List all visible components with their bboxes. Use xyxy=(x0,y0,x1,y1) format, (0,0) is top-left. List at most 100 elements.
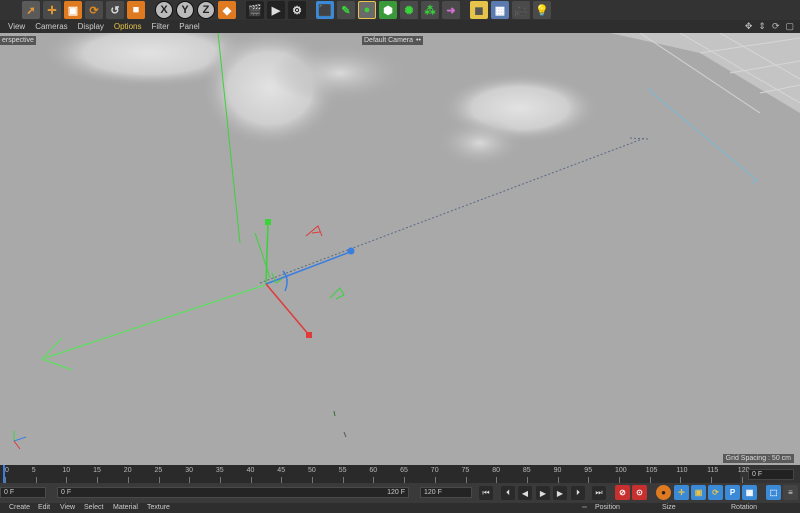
z-axis-lock-button[interactable]: Z xyxy=(197,1,215,19)
x-axis-lock-button[interactable]: X xyxy=(155,1,173,19)
viewport-menubar: View Cameras Display Options Filter Pane… xyxy=(0,20,800,33)
coordinate-system-icon[interactable]: ◆ xyxy=(218,1,236,19)
transport-bar: 0 F 0 F 120 F 120 F ⏮ ⏴ ◀ ▶ ▶ ⏵ ⏭ ⊘ ⊙ ● … xyxy=(0,483,800,503)
start-frame-field[interactable]: 0 F xyxy=(0,487,46,498)
viewport-scene xyxy=(0,33,800,465)
menu-edit[interactable]: Edit xyxy=(38,504,50,511)
keyframe-selection-icon[interactable]: ● xyxy=(656,485,671,500)
menu-filter[interactable]: Filter xyxy=(151,22,169,31)
record-keys-icon[interactable]: ⊘ xyxy=(615,485,630,500)
timeline-menu-icon[interactable]: ≡ xyxy=(783,485,798,500)
prev-frame-icon[interactable]: ◀ xyxy=(518,486,532,500)
live-selection-icon[interactable]: ➚ xyxy=(22,1,40,19)
zoom-icon[interactable]: ⇕ xyxy=(758,21,766,32)
viewport-label: erspective xyxy=(0,36,36,45)
recent-tool-icon[interactable]: ↺ xyxy=(106,1,124,19)
environment-icon[interactable]: ◼ xyxy=(470,1,488,19)
object-tool-icon[interactable]: ■ xyxy=(127,1,145,19)
play-icon[interactable]: ▶ xyxy=(536,486,550,500)
timeline-tick-label: 10 xyxy=(62,467,71,474)
interpolation-icon[interactable]: ⬚ xyxy=(766,485,781,500)
prev-key-icon[interactable]: ⏴ xyxy=(501,486,515,500)
pen-spline-icon[interactable]: ✎ xyxy=(337,1,355,19)
key-position-icon[interactable]: ✛ xyxy=(674,485,689,500)
deformer-icon[interactable]: ✺ xyxy=(400,1,418,19)
move-icon[interactable]: ✛ xyxy=(43,1,61,19)
camera-icon[interactable]: 🎥 xyxy=(512,1,530,19)
menu-view-bottom[interactable]: View xyxy=(60,504,75,511)
timeline-tick-label: 0 xyxy=(5,467,9,474)
panel-grip-icon[interactable]: ═ xyxy=(582,504,587,511)
next-key-icon[interactable]: ⏵ xyxy=(571,486,585,500)
main-toolbar: ➚ ✛ ▣ ⟳ ↺ ■ X Y Z ◆ 🎬 ▶ ⚙ ⬛ ✎ ● ⬢ ✺ ⁂ ➜ … xyxy=(0,0,800,20)
timeline-ruler[interactable]: 0 5 10 15 20 25 30 35 40 45 50 55 60 65 70 75 80 85 90 95 10… xyxy=(0,465,749,483)
menu-options[interactable]: Options xyxy=(114,22,142,31)
size-header: Size xyxy=(662,504,676,511)
scale-icon[interactable]: ▣ xyxy=(64,1,82,19)
timeline-tick-label: 15 xyxy=(93,467,101,474)
timeline-tick-label: 95 xyxy=(584,467,593,474)
current-frame-field[interactable]: 0 F xyxy=(748,469,794,480)
goto-end-icon[interactable]: ⏭ xyxy=(592,486,606,500)
timeline-tick-label: 85 xyxy=(522,467,531,474)
perspective-viewport[interactable]: erspective Default Camera •• Grid Spacin… xyxy=(0,33,800,465)
timeline-tick-label: 90 xyxy=(553,467,562,474)
terrain-hill xyxy=(435,118,525,168)
menu-panel[interactable]: Panel xyxy=(179,22,199,31)
camera-name: Default Camera xyxy=(364,37,414,44)
timeline-tick-label: 30 xyxy=(185,467,193,474)
key-rotation-icon[interactable]: ⟳ xyxy=(708,485,723,500)
menu-cameras[interactable]: Cameras xyxy=(35,22,67,31)
pan-icon[interactable]: ✥ xyxy=(745,21,753,32)
end-frame-field[interactable]: 120 F xyxy=(420,487,472,498)
preview-end-value: 120 F xyxy=(387,489,405,496)
field-icon[interactable]: ➜ xyxy=(442,1,460,19)
timeline-tick-label: 5 xyxy=(31,467,36,474)
cube-icon[interactable]: ⬛ xyxy=(316,1,334,19)
viewport-nav-icons: ✥ ⇕ ⟳ ▢ xyxy=(745,20,794,33)
next-frame-icon[interactable]: ▶ xyxy=(553,486,567,500)
light-icon[interactable]: 💡 xyxy=(533,1,551,19)
y-axis-lock-button[interactable]: Y xyxy=(176,1,194,19)
ground-plane xyxy=(0,33,800,465)
render-settings-icon[interactable]: ⚙ xyxy=(288,1,306,19)
timeline-tick-label: 40 xyxy=(246,467,255,474)
subdivision-icon[interactable]: ● xyxy=(358,1,376,19)
gizmo-x-knob[interactable] xyxy=(306,332,312,338)
menu-display[interactable]: Display xyxy=(78,22,104,31)
key-scale-icon[interactable]: ▣ xyxy=(691,485,706,500)
render-picture-viewer-icon[interactable]: ▶ xyxy=(267,1,285,19)
menu-create[interactable]: Create xyxy=(9,504,30,511)
rotate-icon[interactable]: ⟳ xyxy=(85,1,103,19)
goto-start-icon[interactable]: ⏮ xyxy=(479,486,493,500)
orbit-icon[interactable]: ⟳ xyxy=(772,21,780,32)
key-pla-icon[interactable]: ▦ xyxy=(742,485,757,500)
timeline-tick-label: 35 xyxy=(215,467,224,474)
floor-icon[interactable]: ▦ xyxy=(491,1,509,19)
menu-select[interactable]: Select xyxy=(84,504,103,511)
mograph-icon[interactable]: ⁂ xyxy=(421,1,439,19)
render-view-icon[interactable]: 🎬 xyxy=(246,1,264,19)
menu-texture[interactable]: Texture xyxy=(147,504,170,511)
timeline-tick-label: 20 xyxy=(123,467,132,474)
timeline-tick-label: 55 xyxy=(338,467,347,474)
menu-view[interactable]: View xyxy=(8,22,25,31)
timeline-tick-label: 70 xyxy=(430,467,439,474)
maximize-view-icon[interactable]: ▢ xyxy=(785,21,794,32)
gizmo-y-knob[interactable] xyxy=(265,219,271,225)
rotation-header: Rotation xyxy=(731,504,758,511)
menu-material[interactable]: Material xyxy=(113,504,138,511)
timeline-tick-label: 110 xyxy=(676,467,688,474)
timeline[interactable]: 0 5 10 15 20 25 30 35 40 45 50 55 60 65 70 75 80 85 90 95 10… xyxy=(0,465,800,483)
preview-range-slider[interactable]: 0 F 120 F xyxy=(57,487,409,498)
autokey-icon[interactable]: ⊙ xyxy=(632,485,647,500)
timeline-tick-label: 65 xyxy=(400,467,408,474)
timeline-tick-label: 105 xyxy=(645,467,658,474)
array-icon[interactable]: ⬢ xyxy=(379,1,397,19)
key-parameter-icon[interactable]: P xyxy=(725,485,740,500)
terrain-hill xyxy=(270,43,410,103)
camera-label[interactable]: Default Camera •• xyxy=(362,36,423,45)
grid-spacing-label: Grid Spacing : 50 cm xyxy=(722,454,794,463)
gizmo-z-knob[interactable] xyxy=(347,247,355,255)
camera-icon: •• xyxy=(416,37,421,44)
